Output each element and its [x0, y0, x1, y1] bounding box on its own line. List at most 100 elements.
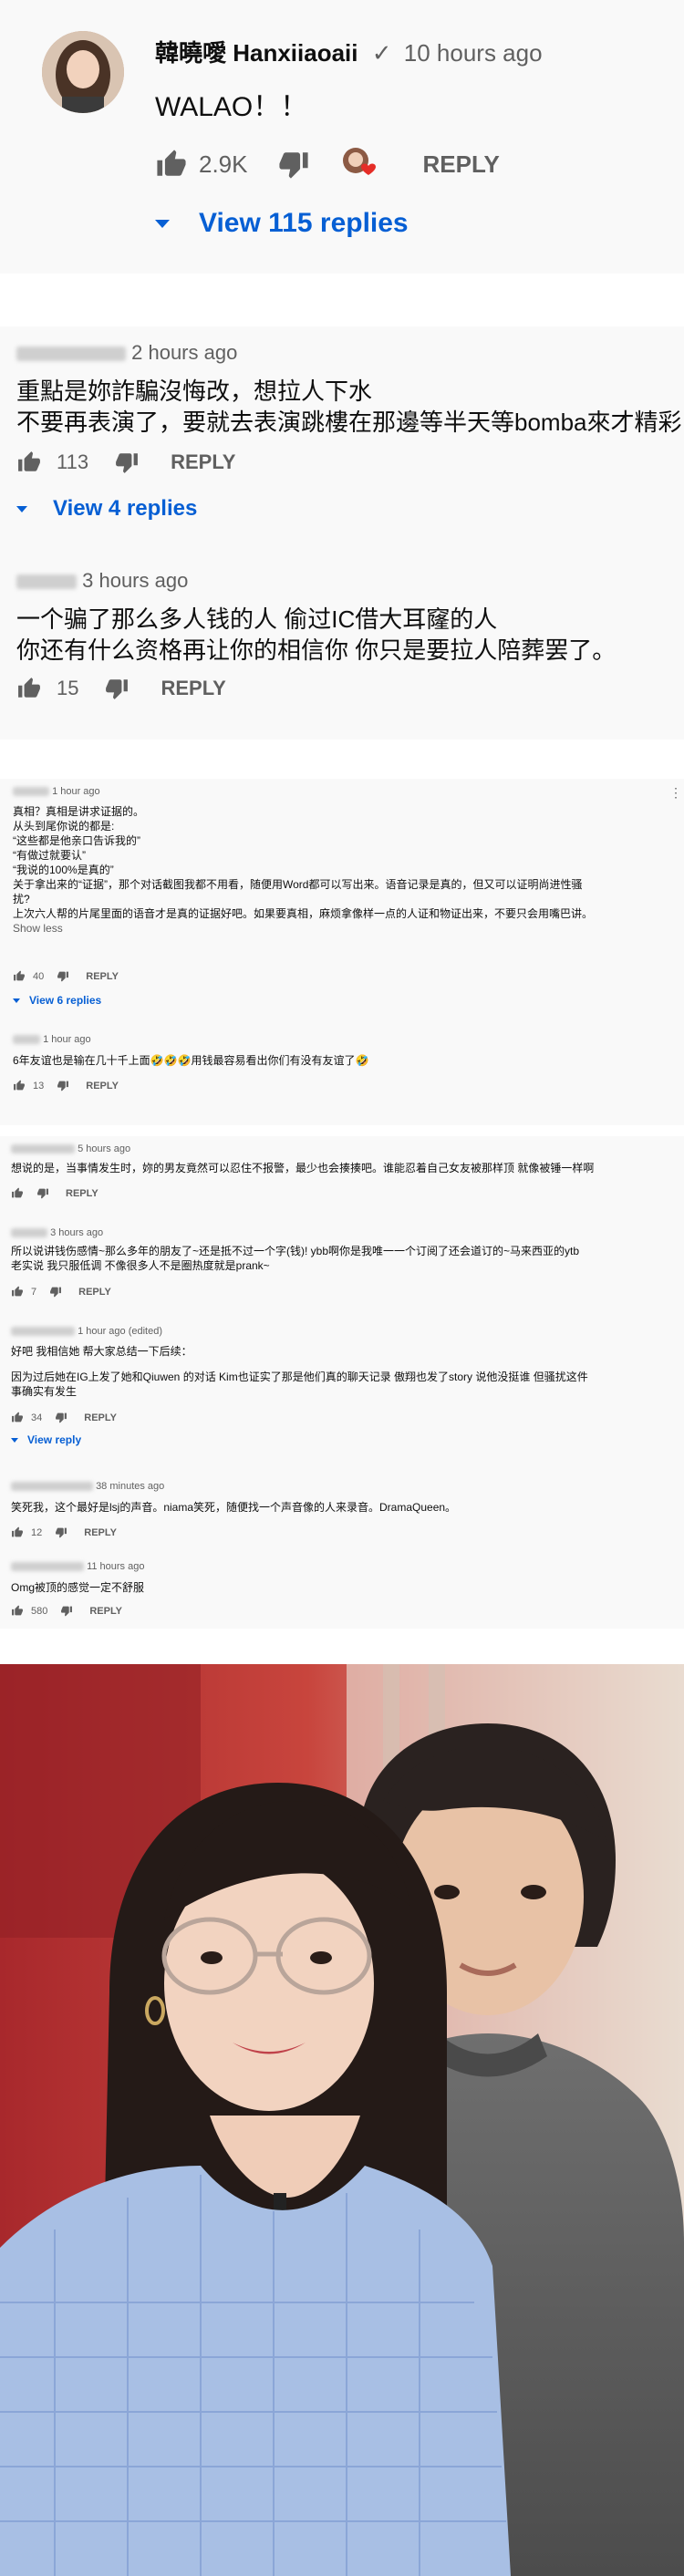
reply-button[interactable]: REPLY: [171, 450, 235, 474]
comment-time[interactable]: 11 hours ago: [87, 1561, 144, 1572]
reply-button[interactable]: REPLY: [423, 150, 500, 179]
reply-button[interactable]: REPLY: [84, 1412, 117, 1423]
reply-button[interactable]: REPLY: [66, 1188, 98, 1199]
like-count: 580: [31, 1605, 48, 1617]
comment-line: “这些都是他亲口告诉我的”: [13, 834, 140, 847]
dislike-icon[interactable]: [57, 1080, 69, 1091]
expand-triangle-icon: [155, 219, 170, 228]
comment-line: 扰?: [13, 893, 30, 905]
comment-actions: 12 REPLY: [11, 1526, 117, 1538]
comment-text: Omg被顶的感觉一定不舒服: [11, 1581, 145, 1594]
comment-text: 一个骗了那么多人钱的人 偷过IC借大耳窿的人 你还有什么资格再让你的相信你 你只…: [16, 604, 616, 666]
like-icon[interactable]: [155, 149, 188, 180]
like-icon[interactable]: [11, 1605, 24, 1617]
view-replies-button[interactable]: View 115 replies: [155, 208, 409, 239]
blurred-author-name: [11, 1327, 75, 1337]
view-reply-label: View reply: [27, 1433, 82, 1446]
reply-button[interactable]: REPLY: [78, 1287, 111, 1298]
comment-text: 所以说讲钱伤感情~那么多年的朋友了~还是抵不过一个字(钱)! ybb啊你是我唯一…: [11, 1244, 579, 1273]
comment-header: 3 hours ago: [16, 569, 188, 593]
dislike-icon[interactable]: [55, 1526, 67, 1538]
comment-header: 1 hour ago: [13, 1034, 91, 1045]
comment-text: 好吧 我相信她 帮大家总结一下后续： 因为过后她在IG上发了她和Qiuwen 的…: [11, 1344, 588, 1399]
expand-triangle-icon: [11, 1437, 18, 1443]
like-icon[interactable]: [13, 970, 26, 982]
like-count: 34: [31, 1412, 43, 1423]
comment-header: 11 hours ago: [11, 1561, 144, 1572]
blurred-author-name: [16, 347, 126, 362]
view-replies-label: View 6 replies: [29, 994, 102, 1007]
comment-time[interactable]: 3 hours ago: [50, 1227, 103, 1238]
comment-time[interactable]: 3 hours ago: [82, 569, 188, 592]
dislike-icon[interactable]: [49, 1286, 62, 1298]
avatar[interactable]: [42, 31, 124, 113]
reply-button[interactable]: REPLY: [86, 1081, 119, 1091]
like-icon[interactable]: [11, 1286, 24, 1298]
author-name[interactable]: 韓曉噯 Hanxiiaoaii: [155, 39, 358, 67]
comment-actions: 580 REPLY: [11, 1605, 122, 1617]
like-count: 2.9K: [199, 150, 248, 178]
like-icon[interactable]: [11, 1187, 24, 1199]
like-count: 13: [33, 1080, 45, 1091]
comment-time[interactable]: 1 hour ago: [52, 786, 100, 797]
like-icon[interactable]: [11, 1526, 24, 1538]
reply-button[interactable]: REPLY: [84, 1527, 117, 1538]
reply-button[interactable]: REPLY: [86, 971, 119, 982]
comment-actions: 13 REPLY: [13, 1080, 119, 1091]
comment-line: 关于拿出来的“证据”，那个对话截图我都不用看，随便用Word都可以写出来。语音记…: [13, 878, 583, 891]
comment-line: 因为过后她在IG上发了她和Qiuwen 的对话 Kim也证实了那是他们真的聊天记…: [11, 1371, 588, 1383]
like-icon[interactable]: [11, 1412, 24, 1423]
like-icon[interactable]: [16, 677, 42, 700]
comment-actions: 7 REPLY: [11, 1286, 111, 1298]
comment-line: 上次六人帮的片尾里面的语音才是真的证据好吧。如果要真相，麻烦拿像样一点的人证和物…: [13, 907, 594, 920]
comment-line: 老实说 我只服低调 不像很多人不是圈热度就是prank~: [11, 1259, 270, 1272]
comment-time[interactable]: 10 hours ago: [404, 39, 543, 67]
comment-time[interactable]: 1 hour ago (edited): [78, 1326, 162, 1337]
dislike-icon[interactable]: [114, 450, 140, 474]
avatar-image: [42, 31, 124, 113]
comment-header: 韓曉噯 Hanxiiaoaii ✓ 10 hours ago: [155, 35, 543, 68]
view-replies-button[interactable]: View 6 replies: [13, 994, 101, 1007]
dislike-icon[interactable]: [36, 1187, 49, 1199]
dislike-icon[interactable]: [104, 677, 130, 700]
comment-text: 6年友谊也是输在几十千上面🤣🤣🤣用钱最容易看出你们有没有友谊了🤣: [13, 1054, 369, 1067]
dislike-icon[interactable]: [277, 149, 310, 180]
comment-header: 1 hour ago: [13, 786, 100, 797]
dislike-icon[interactable]: [60, 1605, 73, 1617]
comment-text: 笑死我，这个最好是lsj的声音。niama笑死，随便找一个声音像的人来录音。Dr…: [11, 1501, 457, 1514]
comment-time[interactable]: 2 hours ago: [131, 341, 237, 364]
expand-triangle-icon: [16, 505, 27, 512]
view-reply-button[interactable]: View reply: [11, 1433, 81, 1446]
comment-header: 5 hours ago: [11, 1143, 130, 1154]
comment-header: 3 hours ago: [11, 1227, 103, 1238]
comment-line: [11, 1359, 588, 1370]
comment-actions: REPLY: [11, 1187, 98, 1199]
show-less-button[interactable]: Show less: [13, 921, 593, 936]
comment-text: 真相？真相是讲求证据的。 从头到尾你说的都是: “这些都是他亲口告诉我的” “有…: [13, 804, 593, 936]
comment-text: WALAO！！: [155, 92, 308, 122]
verified-check-icon: ✓: [371, 39, 392, 67]
more-menu-icon[interactable]: ⋮: [669, 786, 682, 799]
blurred-author-name: [11, 1144, 75, 1154]
comment-time[interactable]: 5 hours ago: [78, 1143, 130, 1154]
view-replies-button[interactable]: View 4 replies: [16, 496, 197, 522]
comment-line: 你还有什么资格再让你的相信你 你只是要拉人陪葬罢了。: [16, 636, 617, 664]
expand-triangle-icon: [13, 998, 20, 1003]
dislike-icon[interactable]: [55, 1412, 67, 1423]
dislike-icon[interactable]: [57, 970, 69, 982]
reply-button[interactable]: REPLY: [161, 677, 225, 700]
comment-header: 1 hour ago (edited): [11, 1326, 162, 1337]
blurred-author-name: [13, 787, 49, 797]
comment-actions: 40 REPLY: [13, 970, 119, 982]
reply-button[interactable]: REPLY: [89, 1606, 122, 1617]
like-icon[interactable]: [16, 450, 42, 474]
like-icon[interactable]: [13, 1080, 26, 1091]
comment-time[interactable]: 38 minutes ago: [96, 1481, 164, 1492]
comment-line: 一个骗了那么多人钱的人 偷过IC借大耳窿的人: [16, 605, 498, 633]
comment-thread-3: ⋮ 1 hour ago 真相？真相是讲求证据的。 从头到尾你说的都是: “这些…: [0, 779, 684, 1125]
comment-time[interactable]: 1 hour ago: [43, 1034, 91, 1045]
blurred-author-name: [13, 1035, 40, 1045]
comment-line: 真相？真相是讲求证据的。: [13, 805, 145, 818]
blurred-author-name: [16, 574, 77, 590]
comment-actions: 34 REPLY: [11, 1412, 117, 1423]
